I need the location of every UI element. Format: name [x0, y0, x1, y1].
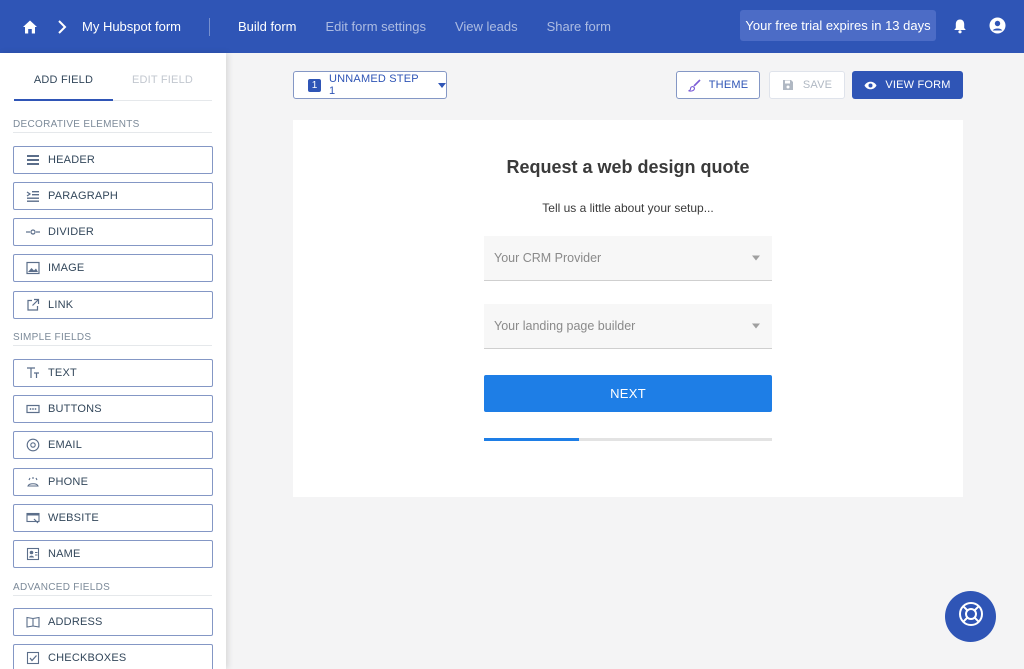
save-button[interactable]: SAVE: [769, 71, 845, 99]
eye-icon: [864, 79, 877, 92]
divider: [13, 595, 212, 596]
field-header-button[interactable]: HEADER: [13, 146, 213, 174]
progress-fill: [484, 438, 580, 441]
divider-icon: [26, 225, 40, 239]
nav-edit-form-settings[interactable]: Edit form settings: [326, 19, 426, 34]
address-icon: [26, 615, 40, 629]
field-label: IMAGE: [48, 262, 85, 274]
name-icon: [26, 547, 40, 561]
form-subtitle[interactable]: Tell us a little about your setup...: [293, 201, 963, 215]
paragraph-icon: [26, 189, 40, 203]
text-icon: [26, 366, 40, 380]
header-icon: [26, 153, 40, 167]
field-label: ADDRESS: [48, 616, 103, 628]
nav-build-form[interactable]: Build form: [238, 19, 297, 34]
caret-down-icon: [752, 255, 760, 261]
floppy-disk-icon: [782, 79, 795, 92]
checkboxes-icon: [26, 651, 40, 665]
field-label: EMAIL: [48, 439, 83, 451]
section-heading-simple: SIMPLE FIELDS: [13, 332, 92, 343]
field-label: TEXT: [48, 367, 77, 379]
field-label: CHECKBOXES: [48, 652, 127, 664]
image-icon: [26, 261, 40, 275]
field-buttons-button[interactable]: BUTTONS: [13, 395, 213, 423]
view-form-label: VIEW FORM: [885, 79, 951, 91]
landing-page-builder-select[interactable]: Your landing page builder: [484, 304, 772, 349]
step-dropdown[interactable]: 1 UNNAMED STEP 1: [293, 71, 447, 99]
theme-button[interactable]: THEME: [676, 71, 760, 99]
field-paragraph-button[interactable]: PARAGRAPH: [13, 182, 213, 210]
trial-banner[interactable]: Your free trial expires in 13 days: [740, 10, 936, 41]
tab-add-field[interactable]: ADD FIELD: [14, 74, 113, 86]
active-tab-indicator: [14, 99, 113, 101]
field-email-button[interactable]: EMAIL: [13, 431, 213, 459]
chevron-right-icon: [54, 19, 70, 35]
link-icon: [26, 298, 40, 312]
field-label: PHONE: [48, 476, 89, 488]
help-button[interactable]: [945, 591, 996, 642]
select-placeholder: Your CRM Provider: [494, 251, 602, 265]
form-canvas: Request a web design quote Tell us a lit…: [293, 120, 963, 497]
account-icon[interactable]: [989, 17, 1006, 34]
field-divider-button[interactable]: DIVIDER: [13, 218, 213, 246]
form-name[interactable]: My Hubspot form: [82, 19, 181, 34]
divider: [13, 345, 212, 346]
step-number-badge: 1: [308, 78, 321, 92]
field-name-button[interactable]: NAME: [13, 540, 213, 568]
section-heading-decorative: DECORATIVE ELEMENTS: [13, 119, 140, 130]
phone-icon: [26, 475, 40, 489]
field-text-button[interactable]: TEXT: [13, 359, 213, 387]
buttons-icon: [26, 402, 40, 416]
view-form-button[interactable]: VIEW FORM: [852, 71, 963, 99]
field-link-button[interactable]: LINK: [13, 291, 213, 319]
theme-label: THEME: [708, 79, 749, 91]
tab-edit-field[interactable]: EDIT FIELD: [113, 74, 212, 86]
field-label: BUTTONS: [48, 403, 102, 415]
step-label: UNNAMED STEP 1: [328, 73, 419, 97]
form-title[interactable]: Request a web design quote: [293, 157, 963, 178]
paint-brush-icon: [687, 78, 701, 92]
caret-down-icon: [438, 81, 446, 89]
bell-icon[interactable]: [952, 18, 968, 34]
sidebar-tabs: ADD FIELD EDIT FIELD: [0, 53, 226, 101]
crm-provider-select[interactable]: Your CRM Provider: [484, 236, 772, 281]
lifebuoy-icon: [958, 601, 984, 632]
top-bar: My Hubspot form Build form Edit form set…: [0, 0, 1024, 53]
nav-view-leads[interactable]: View leads: [455, 19, 518, 34]
field-address-button[interactable]: ADDRESS: [13, 608, 213, 636]
main-nav: Build form Edit form settings View leads…: [238, 19, 640, 34]
next-button[interactable]: NEXT: [484, 375, 772, 412]
field-label: LINK: [48, 299, 74, 311]
field-website-button[interactable]: WEBSITE: [13, 504, 213, 532]
home-icon[interactable]: [22, 19, 38, 35]
divider: [208, 17, 210, 36]
website-icon: [26, 511, 40, 525]
caret-down-icon: [752, 323, 760, 329]
field-checkboxes-button[interactable]: CHECKBOXES: [13, 644, 213, 669]
divider: [13, 132, 212, 133]
field-image-button[interactable]: IMAGE: [13, 254, 213, 282]
section-heading-advanced: ADVANCED FIELDS: [13, 582, 111, 593]
field-sidebar: ADD FIELD EDIT FIELD DECORATIVE ELEMENTS…: [0, 53, 226, 669]
field-phone-button[interactable]: PHONE: [13, 468, 213, 496]
progress-bar: [484, 438, 772, 441]
select-placeholder: Your landing page builder: [494, 319, 636, 333]
save-label: SAVE: [802, 79, 833, 91]
field-label: NAME: [48, 548, 81, 560]
field-label: DIVIDER: [48, 226, 95, 238]
field-label: PARAGRAPH: [48, 190, 119, 202]
nav-share-form[interactable]: Share form: [547, 19, 611, 34]
field-label: HEADER: [48, 154, 96, 166]
email-icon: [26, 438, 40, 452]
field-label: WEBSITE: [48, 512, 99, 524]
